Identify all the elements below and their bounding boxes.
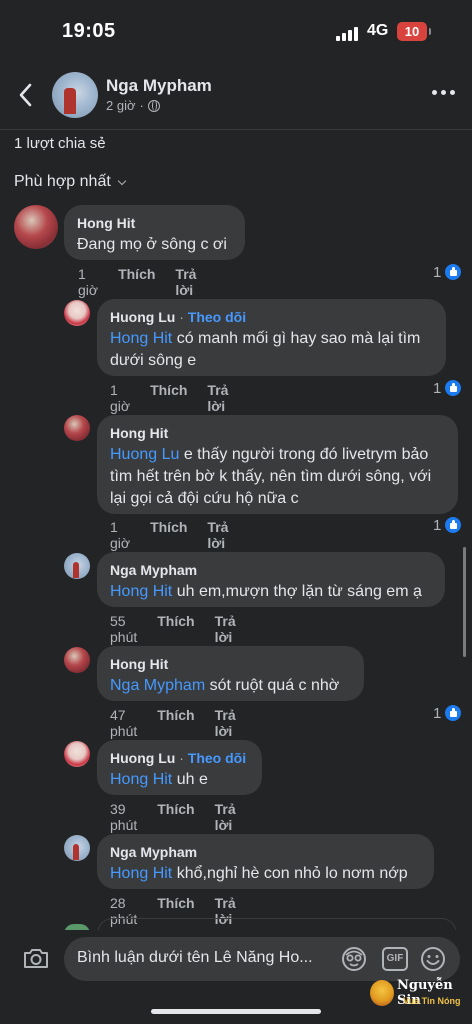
watermark-tagline: Vua Tin Nóng <box>403 996 461 1006</box>
avatar[interactable] <box>64 300 90 326</box>
comment-actions: 1 giờ Thích Trả lời <box>110 382 228 414</box>
post-time: 2 giờ <box>106 98 136 113</box>
status-bar: 19:05 4G 10 <box>0 0 472 62</box>
comment-bubble[interactable]: Hong Hit Nga Mypham sót ruột quá c nhờ <box>97 646 364 701</box>
reply-button[interactable]: Trả lời <box>175 266 196 298</box>
home-indicator[interactable] <box>151 1009 321 1014</box>
clock: 19:05 <box>62 20 116 42</box>
like-icon <box>444 263 463 281</box>
comment-text: sót ruột quá c nhờ <box>205 677 340 694</box>
comment-bubble[interactable]: Hong Hit Huong Lu e thấy người trong đó … <box>97 415 458 514</box>
comment-actions: 39 phút Thích Trả lời <box>110 801 236 833</box>
like-button[interactable]: Thích <box>157 613 194 645</box>
post-header: Nga Mypham 2 giờ · <box>0 62 472 130</box>
gif-icon[interactable]: GIF <box>382 947 408 971</box>
avatar[interactable] <box>64 553 90 579</box>
like-button[interactable]: Thích <box>157 707 194 739</box>
share-count[interactable]: 1 lượt chia sẻ <box>14 135 106 152</box>
like-button[interactable]: Thích <box>118 266 155 298</box>
comment-time: 1 giờ <box>110 519 131 551</box>
like-icon <box>444 516 463 534</box>
commenter-name[interactable]: Nga Mypham <box>110 843 421 861</box>
sort-dropdown[interactable]: Phù hợp nhất <box>14 173 127 191</box>
comment-bubble[interactable]: Hong Hit Đang mọ ở sông c ơi <box>64 205 245 260</box>
comment-time: 39 phút <box>110 801 138 833</box>
reaction-count[interactable]: 1 <box>433 263 463 281</box>
reaction-count[interactable]: 1 <box>433 704 463 722</box>
comment-text: khổ,nghỉ hè con nhỏ lo nơm nớp <box>172 865 408 882</box>
author-name[interactable]: Nga Mypham <box>106 76 212 96</box>
mention-link[interactable]: Hong Hit <box>110 330 172 347</box>
globe-icon <box>147 99 160 112</box>
mention-link[interactable]: Hong Hit <box>110 771 172 788</box>
reaction-count[interactable]: 1 <box>433 379 463 397</box>
network-type: 4G <box>367 22 389 39</box>
comment-bubble[interactable]: Nga Mypham Hong Hit uh em,mượn thợ lặn t… <box>97 552 445 607</box>
comment-actions: 47 phút Thích Trả lời <box>110 707 236 739</box>
follow-button[interactable]: Theo dõi <box>188 309 246 325</box>
commenter-name[interactable]: Hong Hit <box>110 424 445 442</box>
reply-button[interactable]: Trả lời <box>215 613 236 645</box>
comment-input[interactable]: Bình luận dưới tên Lê Năng Ho... GIF <box>64 937 460 981</box>
like-icon <box>444 704 463 722</box>
mention-link[interactable]: Hong Hit <box>110 583 172 600</box>
commenter-name[interactable]: Huong Lu <box>110 750 175 766</box>
mention-link[interactable]: Huong Lu <box>110 446 179 463</box>
avatar[interactable] <box>14 205 58 249</box>
like-button[interactable]: Thích <box>150 382 187 414</box>
commenter-name[interactable]: Nga Mypham <box>110 561 432 579</box>
reply-button[interactable]: Trả lời <box>207 519 228 551</box>
comment-text: uh e <box>172 771 208 788</box>
comment-input-placeholder: Bình luận dưới tên Lê Năng Ho... <box>77 949 313 966</box>
author-avatar[interactable] <box>52 72 98 118</box>
comment-text: uh em,mượn thợ lặn từ sáng em ạ <box>172 583 422 600</box>
reply-button[interactable]: Trả lời <box>207 382 228 414</box>
reaction-count[interactable]: 1 <box>433 516 463 534</box>
like-button[interactable]: Thích <box>157 801 194 833</box>
mention-link[interactable]: Nga Mypham <box>110 677 205 694</box>
meta-separator: · <box>139 98 144 113</box>
back-icon[interactable] <box>14 80 40 110</box>
watermark-logo: Nguyễn Sin Vua Tin Nóng <box>370 976 466 1012</box>
follow-button[interactable]: Theo dõi <box>188 750 246 766</box>
like-icon <box>444 379 463 397</box>
comment-actions: 1 giờ Thích Trả lời <box>78 266 196 298</box>
battery-icon: 10 <box>397 22 431 41</box>
commenter-name[interactable]: Huong Lu <box>110 309 175 325</box>
mention-link[interactable]: Hong Hit <box>110 865 172 882</box>
reply-button[interactable]: Trả lời <box>215 707 236 739</box>
avatar[interactable] <box>64 741 90 767</box>
avatar[interactable] <box>64 835 90 861</box>
more-icon[interactable] <box>432 90 455 95</box>
post-meta: 2 giờ · <box>106 98 160 113</box>
comment-time: 55 phút <box>110 613 138 645</box>
comment-bubble[interactable]: Huong Lu · Theo dõi Hong Hit có manh mối… <box>97 299 446 376</box>
comment-actions: 55 phút Thích Trả lời <box>110 613 236 645</box>
comment-actions: 1 giờ Thích Trả lời <box>110 519 228 551</box>
comment-time: 47 phút <box>110 707 138 739</box>
camera-icon[interactable] <box>22 946 50 970</box>
avatar[interactable] <box>64 647 90 673</box>
chevron-down-icon <box>117 176 127 185</box>
avatar[interactable] <box>64 415 90 441</box>
avatar-sticker-icon[interactable] <box>341 946 367 972</box>
comment-bubble[interactable]: Nga Mypham Hong Hit khổ,nghỉ hè con nhỏ … <box>97 834 434 889</box>
like-button[interactable]: Thích <box>150 519 187 551</box>
commenter-name[interactable]: Hong Hit <box>77 214 232 232</box>
watermark-mascot <box>370 980 394 1006</box>
emoji-icon[interactable] <box>420 946 446 972</box>
commenter-name[interactable]: Hong Hit <box>110 655 351 673</box>
sort-label: Phù hợp nhất <box>14 173 111 190</box>
comment-text: Đang mọ ở sông c ơi <box>77 236 227 253</box>
scrollbar[interactable] <box>463 547 466 657</box>
comment-bubble[interactable]: Huong Lu · Theo dõi Hong Hit uh e <box>97 740 262 795</box>
comment-time: 1 giờ <box>78 266 99 298</box>
reply-button[interactable]: Trả lời <box>215 801 236 833</box>
comment-time: 1 giờ <box>110 382 131 414</box>
signal-icon <box>336 25 360 41</box>
